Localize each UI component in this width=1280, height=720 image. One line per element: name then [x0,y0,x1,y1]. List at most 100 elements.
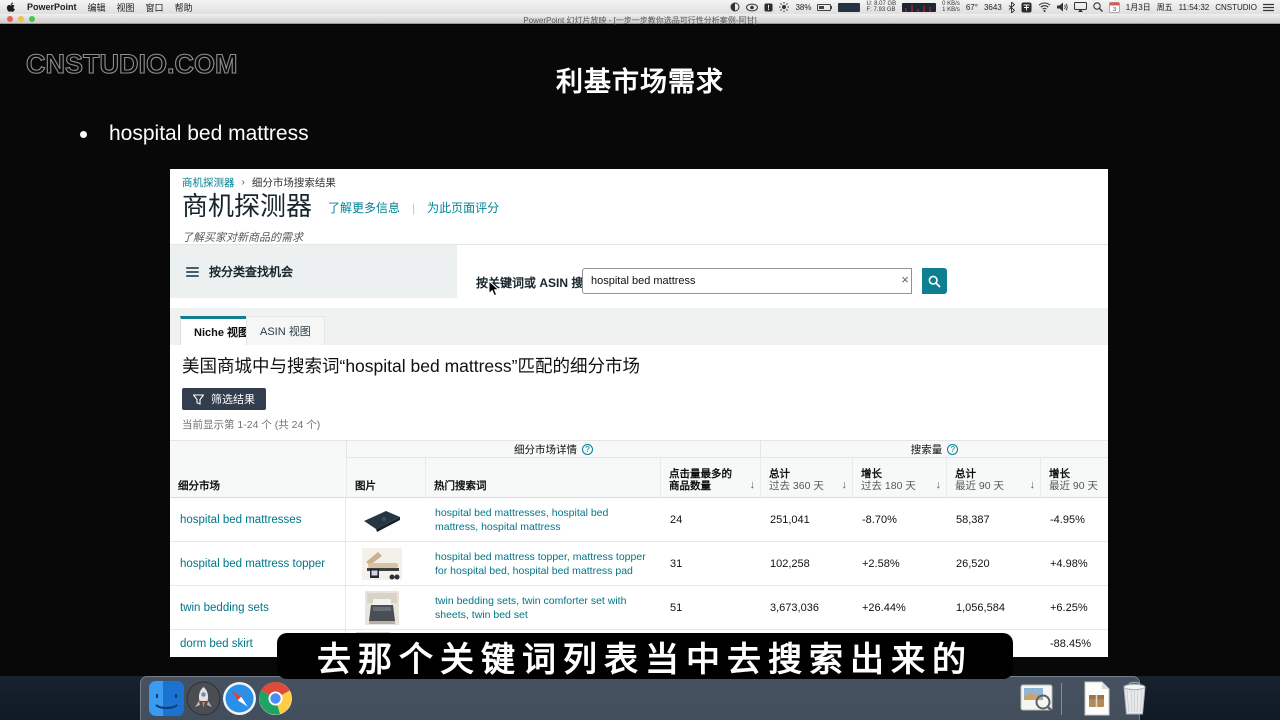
menubar-clock[interactable]: 11:54:32 [1179,3,1210,12]
sort-down-icon[interactable]: ↓ [1030,479,1036,491]
subtitle-overlay: 去那个关键词列表当中去搜索出来的 [277,633,1013,679]
category-browse-button[interactable]: 按分类查找机会 [170,245,457,298]
menu-help[interactable]: 帮助 [175,1,193,14]
total-90-value: 1,056,584 [956,602,1005,614]
col-total-360[interactable]: 总计 过去 360 天 ↓ [760,458,852,497]
menubar-account[interactable]: CNSTUDIO [1215,3,1257,12]
input-source-icon[interactable] [1021,2,1032,13]
top-products-value: 51 [670,602,682,614]
trash-icon[interactable] [1117,681,1152,716]
bullet-text: hospital bed mattress [109,122,309,146]
launchpad-icon[interactable] [186,681,221,716]
menu-window[interactable]: 窗口 [146,1,164,14]
col-niche: 细分市场 [170,458,346,497]
group-header-details: 细分市场详情 ? [346,441,760,458]
top-products-value: 31 [670,558,682,570]
keywords-link[interactable]: hospital bed mattress topper, mattress t… [435,550,654,578]
niche-link[interactable]: twin bedding sets [180,602,269,614]
cpu-graph-icon [902,3,936,12]
niche-link[interactable]: hospital bed mattresses [180,514,301,526]
calendar-icon[interactable]: 3 [1109,2,1120,13]
dock-separator [1061,683,1062,715]
battery-percentage: 38% [795,3,811,12]
keywords-link[interactable]: hospital bed mattresses, hospital bed ma… [435,506,654,534]
battery-icon [817,4,832,11]
preview-icon[interactable] [1019,681,1054,716]
growth-180-value: -8.70% [862,514,897,526]
slide-bullet: hospital bed mattress [80,122,309,146]
total-360-value: 251,041 [770,514,810,526]
top-products-value: 24 [670,514,682,526]
breadcrumb-root-link[interactable]: 商机探测器 [182,175,235,190]
clear-search-icon[interactable]: × [898,272,912,287]
menu-view[interactable]: 视图 [117,1,135,14]
total-90-value: 26,520 [956,558,990,570]
growth-90-value: -88.45% [1050,638,1091,650]
rate-page-link[interactable]: 为此页面评分 [427,199,499,216]
total-90-value: 58,387 [956,514,990,526]
bullet-dot-icon [80,131,87,138]
search-button[interactable] [922,268,947,294]
tab-niche-label: Niche 视图 [194,324,249,340]
growth-180-value: +26.44% [862,602,906,614]
safari-icon[interactable] [222,681,257,716]
keywords-link[interactable]: twin bedding sets, twin comforter set wi… [435,594,654,622]
menubar-date[interactable]: 1月3日 [1126,2,1151,13]
airplay-icon[interactable] [1074,2,1087,12]
sort-down-icon[interactable]: ↓ [842,479,848,491]
svg-text:3: 3 [1113,7,1116,13]
volume-icon[interactable] [1057,2,1068,12]
wifi-icon[interactable] [1038,2,1051,12]
info-icon[interactable]: ? [947,444,958,455]
niche-table: 细分市场详情 ? 搜索量 ? 细分市场 图片 热门搜索词 点击量最多的商品数量 … [170,440,1108,657]
niche-link[interactable]: hospital bed mattress topper [180,558,325,570]
dim-circle-icon[interactable] [730,2,740,12]
results-heading: 美国商城中与搜索词“hospital bed mattress”匹配的细分市场 [182,353,640,378]
window-titlebar: PowerPoint 幻灯片放映 - [一步一步教你选品可行性分析案例-阿甘] [0,14,1280,24]
hamburger-icon [186,267,199,277]
brightness-icon[interactable] [779,2,789,12]
info-icon[interactable]: ? [582,444,593,455]
funnel-icon [193,394,204,405]
alert-icon[interactable]: ! [764,3,773,12]
fan-rpm-readout: 3643 [984,3,1002,12]
niche-link[interactable]: dorm bed skirt [180,638,253,650]
tab-band: Niche 视图 ASIN 视图 [170,308,1108,345]
sort-down-icon[interactable]: ↓ [750,479,756,491]
table-row: hospital bed mattresses hospital bed mat… [170,498,1108,542]
col-top-products[interactable]: 点击量最多的商品数量 ↓ [660,458,760,497]
learn-more-link[interactable]: 了解更多信息 [328,199,400,216]
eye-icon[interactable] [746,3,758,12]
finder-icon[interactable] [149,681,184,716]
breadcrumb-chevron-icon: › [242,177,245,188]
menubar-app-name[interactable]: PowerPoint [27,2,77,12]
mattress-photo [356,503,408,537]
chrome-icon[interactable] [258,681,293,716]
window-title: PowerPoint 幻灯片放映 - [一步一步教你选品可行性分析案例-阿甘] [0,15,1280,26]
keyword-search-input[interactable] [582,268,912,294]
tab-asin-label: ASIN 视图 [260,323,311,339]
table-header-row: 细分市场 图片 热门搜索词 点击量最多的商品数量 ↓ 总计 过去 360 天 ↓… [170,458,1108,498]
sort-down-icon[interactable]: ↓ [936,479,942,491]
downloads-icon[interactable] [1079,681,1114,716]
growth-180-value: +2.58% [862,558,900,570]
filter-results-button[interactable]: 筛选结果 [182,388,266,410]
table-row: twin bedding sets twin bedding sets, twi… [170,586,1108,630]
group-header-volume: 搜索量 ? [760,441,1108,458]
search-icon[interactable] [1093,2,1103,12]
col-image: 图片 [346,458,425,497]
menu-list-icon[interactable] [1263,3,1274,12]
bluetooth-icon[interactable] [1008,2,1015,13]
table-group-header-row: 细分市场详情 ? 搜索量 ? [170,441,1108,458]
col-growth-90[interactable]: 增长 最近 90 天 [1040,458,1108,497]
table-row: hospital bed mattress topper hospital be… [170,542,1108,586]
page-title: 商机探测器 [182,191,312,221]
col-total-90[interactable]: 总计 最近 90 天 ↓ [946,458,1040,497]
category-browse-label: 按分类查找机会 [209,263,293,280]
opportunity-explorer-panel: 商机探测器 › 细分市场搜索结果 商机探测器 了解更多信息 | 为此页面评分 了… [170,169,1108,657]
apple-menu-icon[interactable] [6,2,16,13]
tab-asin-view[interactable]: ASIN 视图 [246,316,325,345]
col-growth-180[interactable]: 增长 过去 180 天 ↓ [852,458,946,497]
growth-90-value: -4.95% [1050,514,1085,526]
menu-edit[interactable]: 编辑 [88,1,106,14]
